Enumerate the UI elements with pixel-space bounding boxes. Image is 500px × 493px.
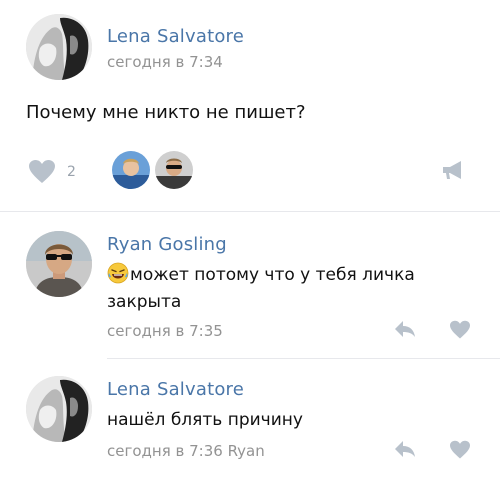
liker-avatar[interactable] (153, 149, 195, 191)
reply-to-name[interactable]: Ryan (228, 442, 265, 460)
comment-text-line2: закрыта (107, 292, 182, 312)
divider (107, 358, 500, 359)
comment-text: может потому что у тебя личка закрыта (107, 262, 415, 316)
heart-icon[interactable] (449, 320, 471, 340)
heart-icon[interactable] (449, 440, 471, 460)
laughing-crying-emoji-icon (107, 262, 129, 284)
comment-author-name[interactable]: Ryan Gosling (107, 234, 227, 255)
divider (0, 211, 500, 212)
comment-time[interactable]: сегодня в 7:36 (107, 442, 223, 460)
like-count[interactable]: 2 (67, 164, 76, 180)
post-author-avatar[interactable] (26, 14, 92, 80)
heart-icon[interactable] (28, 159, 56, 185)
comment-author-name[interactable]: Lena Salvatore (107, 379, 244, 400)
post-text: Почему мне никто не пишет? (26, 102, 306, 123)
megaphone-icon[interactable] (441, 159, 465, 181)
reply-arrow-icon[interactable] (393, 439, 417, 459)
reply-arrow-icon[interactable] (393, 319, 417, 339)
comment-author-avatar[interactable] (26, 231, 92, 297)
comment-text-line1: может потому что у тебя личка (130, 265, 415, 285)
comment-time[interactable]: сегодня в 7:35 (107, 322, 223, 340)
comment-text: нашёл блять причину (107, 410, 303, 430)
comment-author-avatar[interactable] (26, 376, 92, 442)
comment-meta: сегодня в 7:36 Ryan (107, 442, 265, 460)
liker-avatar[interactable] (110, 149, 152, 191)
post-time[interactable]: сегодня в 7:34 (107, 53, 223, 71)
post-author-name[interactable]: Lena Salvatore (107, 26, 244, 47)
